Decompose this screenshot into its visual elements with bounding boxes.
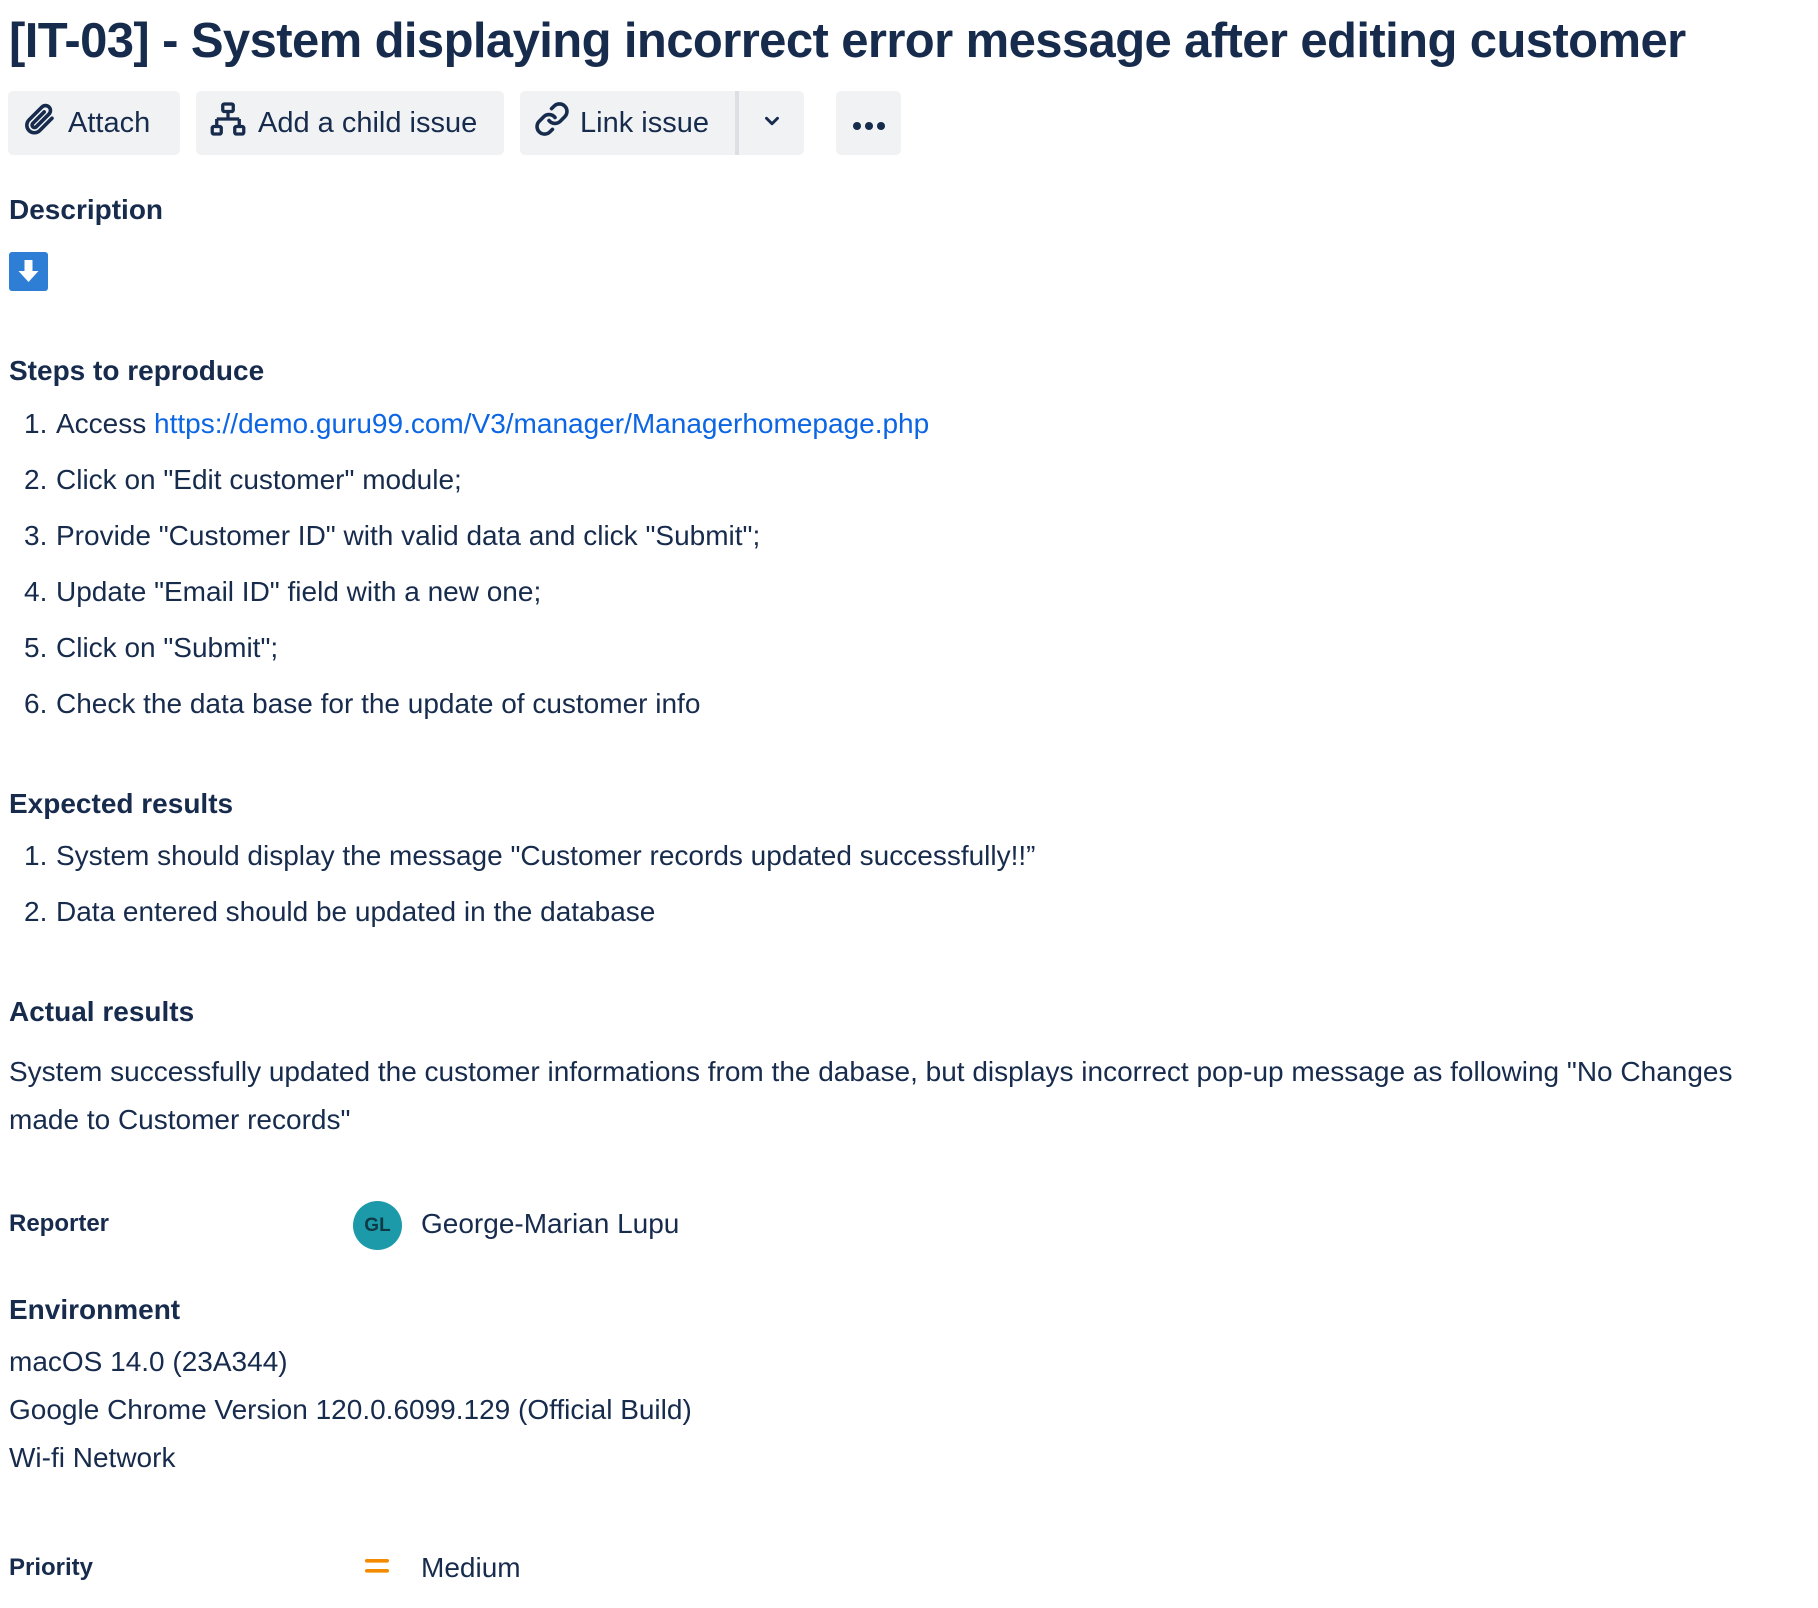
list-item: 1. System should display the message "Cus… <box>24 840 1036 871</box>
avatar[interactable]: GL <box>353 1201 402 1250</box>
paperclip-icon <box>22 101 58 145</box>
attach-button[interactable]: Attach <box>8 91 180 155</box>
add-child-issue-label: Add a child issue <box>258 106 478 139</box>
more-icon <box>849 107 889 140</box>
environment-line: Wi-fi Network <box>9 1442 176 1473</box>
child-issue-icon <box>210 101 246 145</box>
priority-label: Priority <box>9 1554 94 1581</box>
link-issue-label: Link issue <box>580 106 709 139</box>
issue-title[interactable]: [IT-03] - System displaying incorrect er… <box>9 12 1686 70</box>
attach-label: Attach <box>68 106 151 139</box>
list-item: 5. Click on "Submit"; <box>24 632 279 663</box>
list-item: 1. Access https://demo.guru99.com/V3/mana… <box>24 408 930 439</box>
list-item: 2. Click on "Edit customer" module; <box>24 464 462 495</box>
actual-results-heading: Actual results <box>9 996 195 1027</box>
description-heading: Description <box>9 194 164 225</box>
reporter-label: Reporter <box>9 1210 110 1237</box>
environment-line: Google Chrome Version 120.0.6099.129 (Of… <box>9 1394 692 1425</box>
environment-line: macOS 14.0 (23A344) <box>9 1346 288 1377</box>
reporter-name[interactable]: George-Marian Lupu <box>421 1208 679 1240</box>
demo-url-link[interactable]: https://demo.guru99.com/V3/manager/Manag… <box>154 408 929 439</box>
link-icon <box>534 101 570 145</box>
link-issue-button[interactable]: Link issue <box>520 91 735 155</box>
steps-heading: Steps to reproduce <box>9 355 265 386</box>
expected-results-heading: Expected results <box>9 788 234 819</box>
chevron-down-icon <box>761 107 783 140</box>
link-issue-dropdown-button[interactable] <box>739 91 804 155</box>
environment-heading: Environment <box>9 1294 181 1325</box>
add-child-issue-button[interactable]: Add a child issue <box>196 91 504 155</box>
list-item: 6. Check the data base for the update of … <box>24 688 701 719</box>
list-item: 3. Provide "Customer ID" with valid data … <box>24 520 761 551</box>
priority-medium-icon <box>364 1556 390 1576</box>
download-icon[interactable] <box>9 252 48 291</box>
more-actions-button[interactable] <box>836 91 901 155</box>
priority-value[interactable]: Medium <box>421 1552 521 1584</box>
list-item: 4. Update "Email ID" field with a new one… <box>24 576 542 607</box>
list-item: 2. Data entered should be updated in the … <box>24 896 656 927</box>
actual-results-text: System successfully updated the customer… <box>9 1056 1733 1135</box>
